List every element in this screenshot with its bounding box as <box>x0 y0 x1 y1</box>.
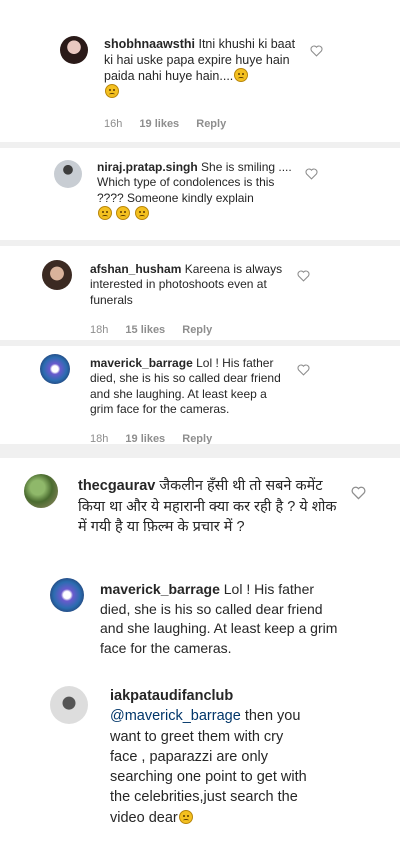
comment-username[interactable]: thecgaurav <box>78 478 155 494</box>
comment-text: thecgaurav जैकलीन हँसी थी तो सबने कमेंट … <box>78 476 343 538</box>
comment-meta: 16h 19 likes Reply <box>104 118 240 130</box>
slightly-smiling-face-emoji <box>105 84 119 98</box>
divider <box>0 444 400 458</box>
avatar[interactable] <box>60 36 88 64</box>
heart-outline-icon[interactable] <box>305 168 318 180</box>
heart-outline-icon[interactable] <box>351 486 366 500</box>
comment-text: maverick_barrage Lol ! His father died, … <box>90 356 290 417</box>
confused-face-emoji <box>98 206 112 221</box>
reply-button[interactable]: Reply <box>196 118 226 130</box>
comment-username[interactable]: maverick_barrage <box>90 356 193 370</box>
avatar[interactable] <box>54 160 82 188</box>
comment-block-1: shobhnaawsthi Itni khushi ki baat ki hai… <box>0 0 400 142</box>
comment-text: afshan_husham Kareena is always interest… <box>90 262 290 308</box>
avatar[interactable] <box>24 474 58 508</box>
avatar[interactable] <box>50 578 84 612</box>
comment-text: niraj.pratap.singh She is smiling .... W… <box>97 160 297 222</box>
comment-text: shobhnaawsthi Itni khushi ki baat ki hai… <box>104 36 299 100</box>
comment-likes[interactable]: 19 likes <box>139 118 179 130</box>
comment-username[interactable]: maverick_barrage <box>100 581 220 597</box>
comment-block-4: maverick_barrage Lol ! His father died, … <box>0 346 400 445</box>
comment-username[interactable]: niraj.pratap.singh <box>97 160 198 174</box>
hands-over-face-emoji <box>178 809 193 824</box>
avatar[interactable] <box>50 686 88 724</box>
avatar[interactable] <box>40 354 70 384</box>
comment-username[interactable]: afshan_husham <box>90 262 181 276</box>
comment-block-3: afshan_husham Kareena is always interest… <box>0 246 400 340</box>
slightly-smiling-face-emoji <box>234 68 249 82</box>
comment-time: 16h <box>104 118 123 130</box>
mention-link[interactable]: @maverick_barrage <box>110 708 241 724</box>
comment-body: then you want to greet them with cry fac… <box>110 708 307 826</box>
comment-meta: 18h 15 likes Reply <box>90 324 226 336</box>
confused-face-emoji <box>116 206 131 221</box>
avatar[interactable] <box>42 260 72 290</box>
heart-outline-icon[interactable] <box>297 270 310 282</box>
comment-text: maverick_barrage Lol ! His father died, … <box>100 580 340 658</box>
comment-time: 18h <box>90 324 109 336</box>
comment-likes[interactable]: 15 likes <box>125 324 165 336</box>
comment-block-7: iakpataudifanclub @maverick_barrage then… <box>0 676 400 858</box>
heart-outline-icon[interactable] <box>310 45 323 57</box>
confused-face-emoji <box>134 206 149 221</box>
comment-block-6: maverick_barrage Lol ! His father died, … <box>0 564 400 674</box>
comment-text: iakpataudifanclub @maverick_barrage then… <box>110 686 310 828</box>
reply-button[interactable]: Reply <box>182 324 212 336</box>
comment-block-5: thecgaurav जैकलीन हँसी थी तो सबने कमेंट … <box>0 458 400 564</box>
heart-outline-icon[interactable] <box>297 364 310 376</box>
comment-username[interactable]: iakpataudifanclub <box>110 688 233 704</box>
comment-block-2: niraj.pratap.singh She is smiling .... W… <box>0 148 400 240</box>
comment-username[interactable]: shobhnaawsthi <box>104 37 195 51</box>
